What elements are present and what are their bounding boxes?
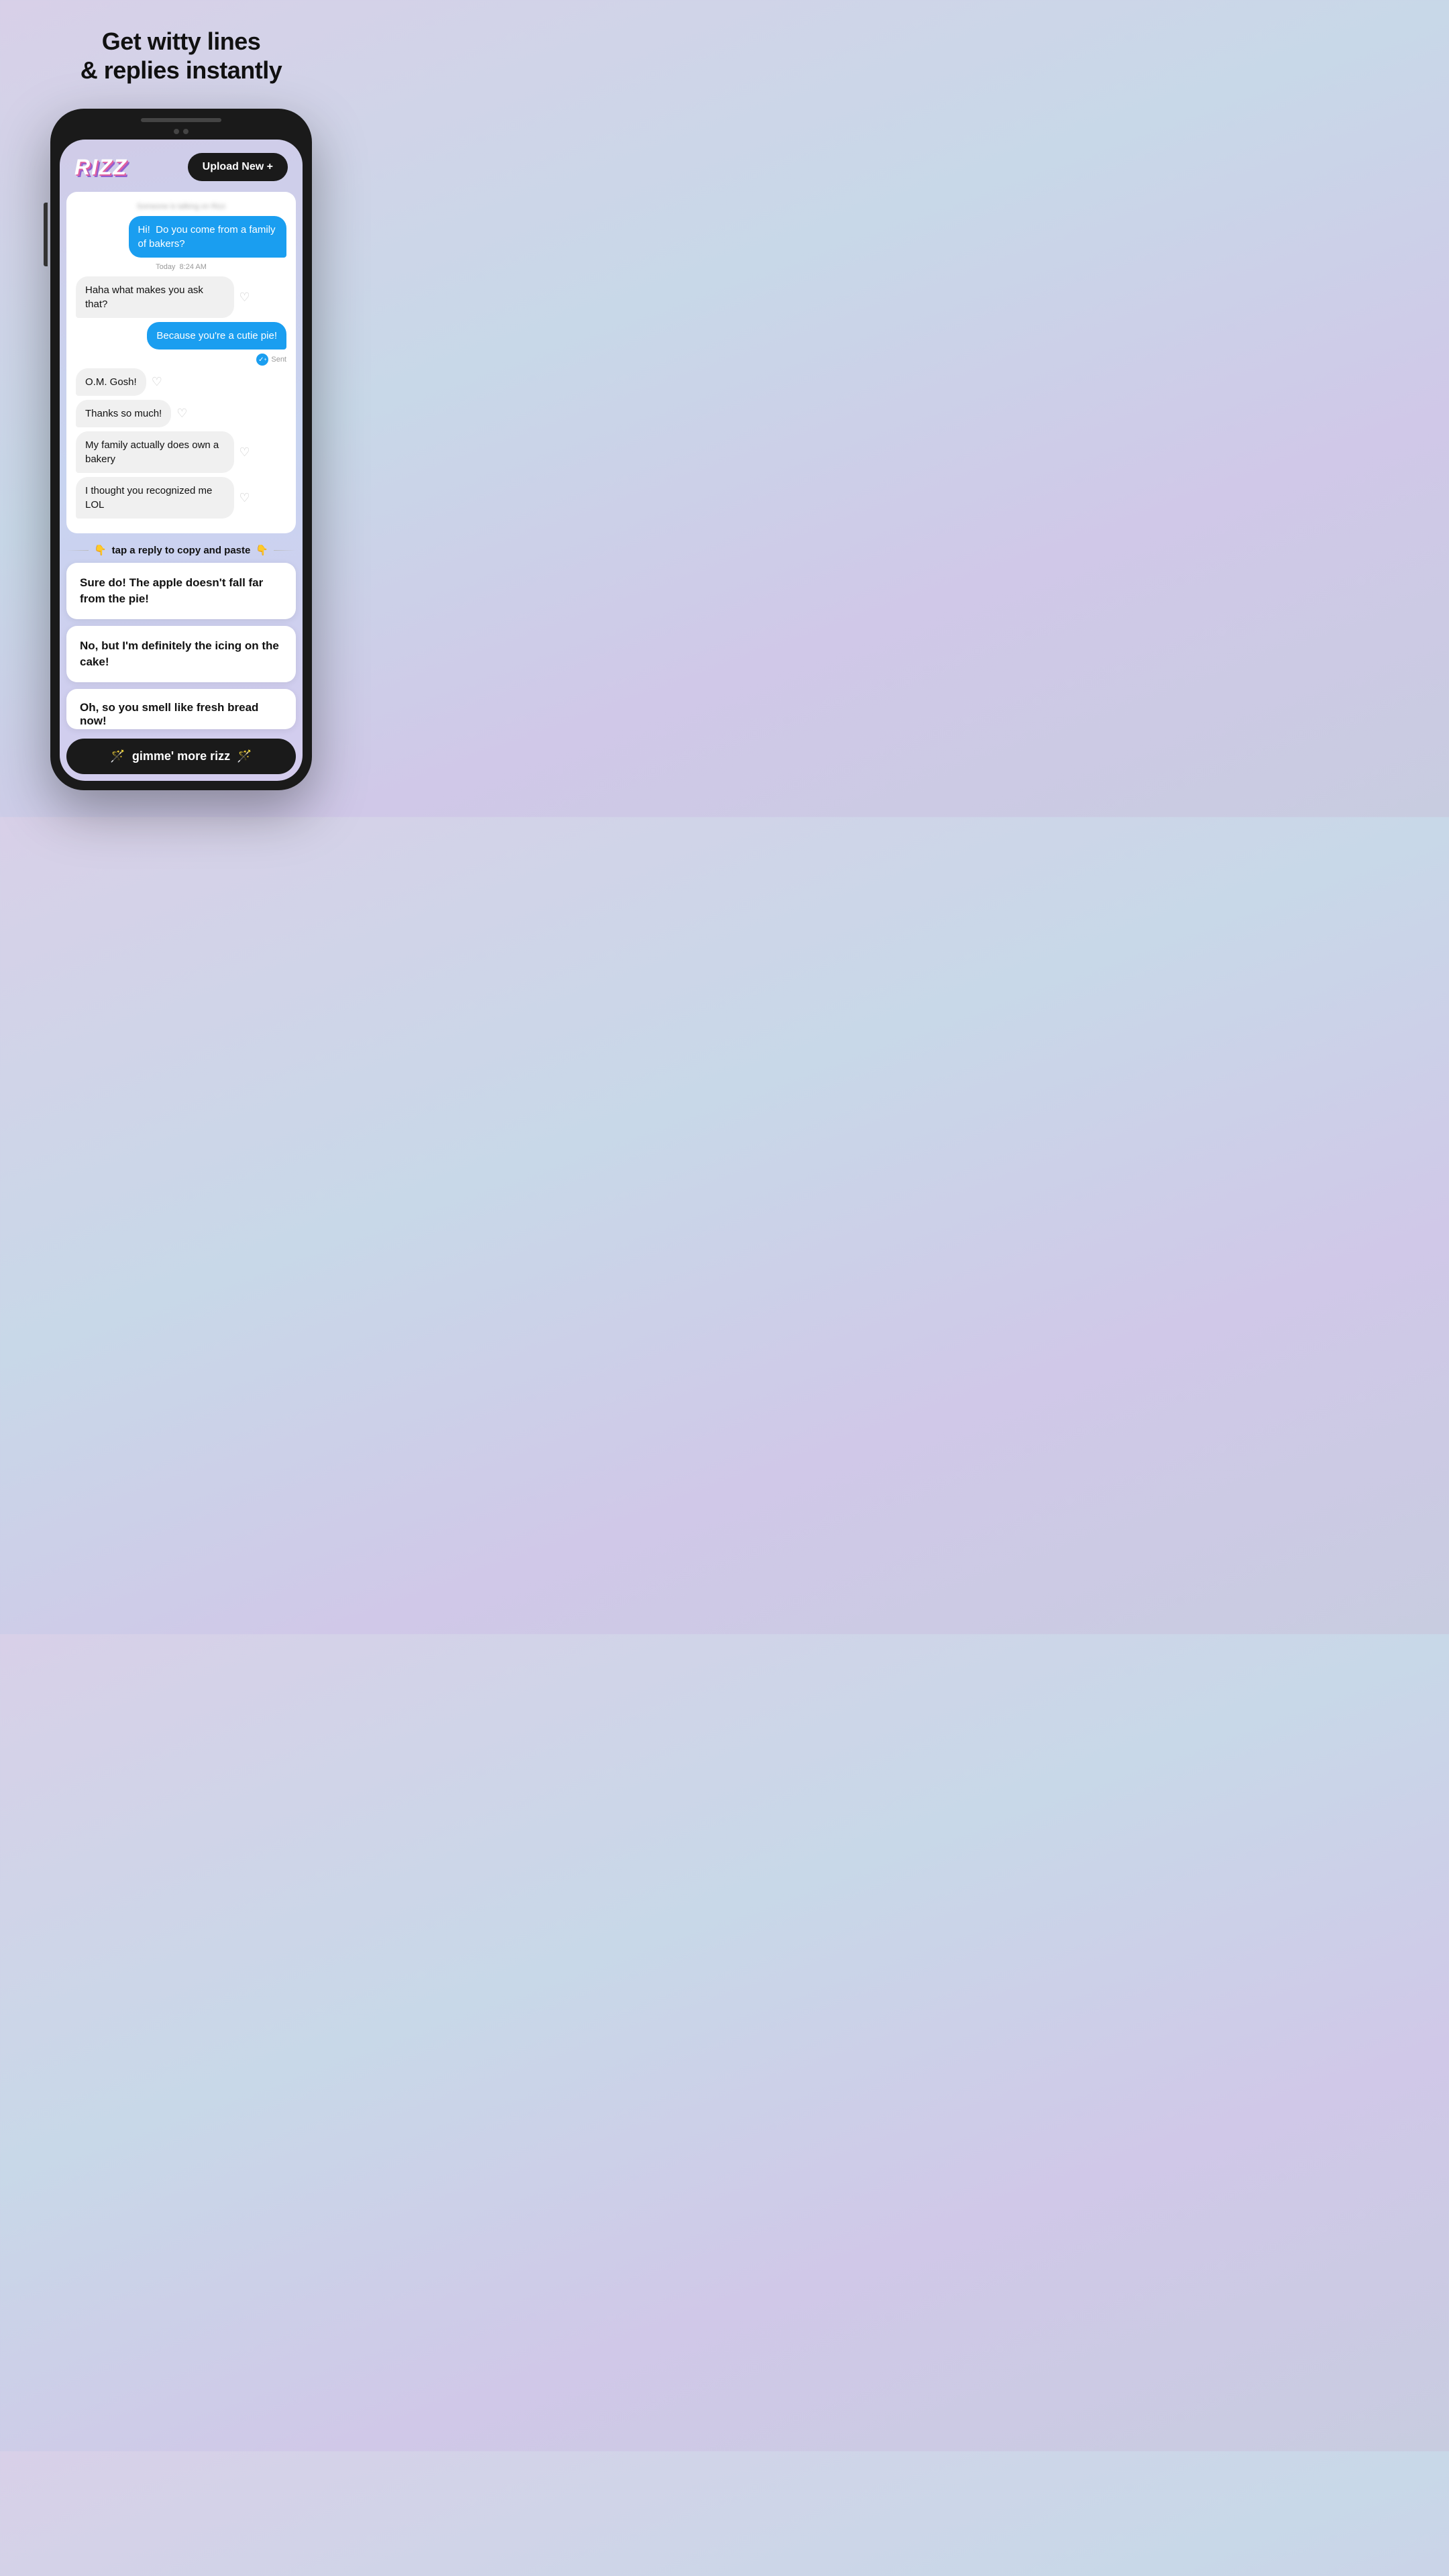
tap-line-left: [66, 550, 89, 551]
sent-status: ✓+ Sent: [76, 354, 286, 366]
heart-icon-3: ♡: [176, 407, 187, 421]
upload-new-button[interactable]: Upload New +: [188, 153, 288, 181]
blur-hint: Someone is talking on Rizz: [76, 203, 286, 211]
message-received-4: My family actually does own a bakery ♡: [76, 431, 286, 473]
bubble-received-3: Thanks so much!: [76, 400, 171, 427]
headline-line1: Get witty lines: [102, 28, 261, 55]
tap-line-right: [274, 550, 296, 551]
heart-icon-2: ♡: [152, 375, 162, 389]
power-button: [44, 223, 48, 263]
message-sent-1: Hi! Do you come from a family of bakers?: [76, 216, 286, 258]
tap-hint-emoji-right: 👇: [256, 544, 268, 556]
phone-shell: RIZZ Upload New + Someone is talking on …: [50, 109, 312, 790]
gimme-more-rizz-button[interactable]: 🪄 gimme' more rizz 🪄: [66, 739, 296, 774]
tap-hint-row: 👇 tap a reply to copy and paste 👇: [60, 533, 303, 563]
bubble-received-2: O.M. Gosh!: [76, 368, 146, 396]
message-received-3: Thanks so much! ♡: [76, 400, 286, 427]
message-received-2: O.M. Gosh! ♡: [76, 368, 286, 396]
reply-card-2[interactable]: No, but I'm definitely the icing on the …: [66, 626, 296, 682]
message-sent-2: Because you're a cutie pie!: [76, 322, 286, 350]
message-received-1: Haha what makes you ask that? ♡: [76, 276, 286, 318]
dot-sensor: [183, 129, 189, 134]
bubble-sent-1: Hi! Do you come from a family of bakers?: [129, 216, 287, 258]
bubble-received-1: Haha what makes you ask that?: [76, 276, 234, 318]
reply-text-2: No, but I'm definitely the icing on the …: [80, 638, 282, 670]
reply-text-3: Oh, so you smell like fresh bread now!: [80, 701, 282, 728]
gimme-text: gimme' more rizz: [132, 749, 230, 763]
app-logo: RIZZ: [74, 155, 127, 180]
sent-label: Sent: [271, 356, 286, 364]
headline-line2: & replies instantly: [80, 56, 282, 84]
timestamp: Today 8:24 AM: [76, 263, 286, 271]
heart-icon-5: ♡: [239, 491, 250, 505]
checkmark-icon: ✓+: [256, 354, 268, 366]
bubble-received-5: I thought you recognized me LOL: [76, 477, 234, 519]
notch-bar: [141, 118, 221, 122]
message-received-5: I thought you recognized me LOL ♡: [76, 477, 286, 519]
phone-screen: RIZZ Upload New + Someone is talking on …: [60, 140, 303, 780]
app-header: RIZZ Upload New +: [60, 140, 303, 192]
notch-dots: [60, 129, 303, 134]
gimme-emoji-left: 🪄: [110, 749, 125, 763]
heart-icon-1: ♡: [239, 290, 250, 305]
heart-icon-4: ♡: [239, 445, 250, 460]
dot-camera: [174, 129, 179, 134]
tap-hint-text: tap a reply to copy and paste: [112, 545, 251, 556]
headline: Get witty lines & replies instantly: [80, 27, 282, 85]
tap-hint-emoji-left: 👇: [94, 544, 107, 556]
bubble-received-4: My family actually does own a bakery: [76, 431, 234, 473]
reply-text-1: Sure do! The apple doesn't fall far from…: [80, 575, 282, 607]
reply-card-3-partial[interactable]: Oh, so you smell like fresh bread now!: [66, 689, 296, 729]
chat-area: Someone is talking on Rizz Hi! Do you co…: [66, 192, 296, 533]
bubble-sent-2: Because you're a cutie pie!: [147, 322, 286, 350]
gimme-emoji-right: 🪄: [237, 749, 252, 763]
reply-card-1[interactable]: Sure do! The apple doesn't fall far from…: [66, 563, 296, 619]
